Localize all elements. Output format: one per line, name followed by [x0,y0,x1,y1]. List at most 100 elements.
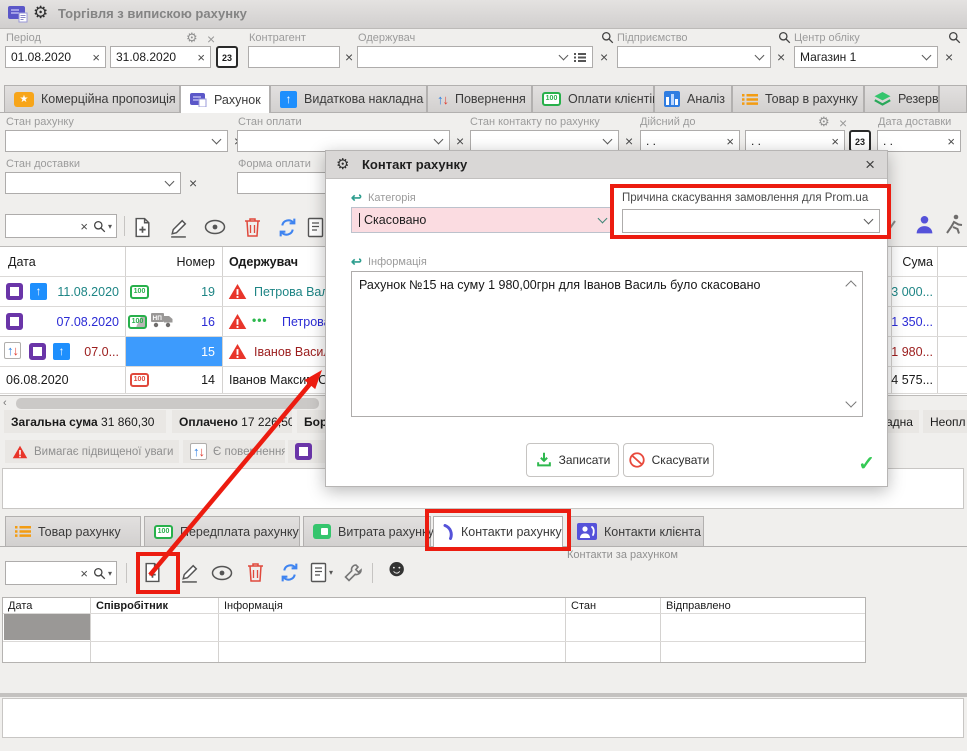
column-header[interactable]: Стан [571,600,596,612]
cancel-button[interactable]: Скасувати [623,443,714,477]
face-icon[interactable]: ☻ [384,557,409,581]
tab-oplaty-kliientiv[interactable]: 100 Оплати клієнтів [532,85,654,112]
chevron-down-icon[interactable] [922,51,932,61]
scroll-down-icon[interactable] [845,396,856,407]
centr-obliku-clear-icon[interactable]: × [945,50,953,64]
client-person-icon[interactable] [914,214,935,235]
tab-rakhunok[interactable]: Рахунок [180,85,270,113]
undo-arrow-icon[interactable]: ↩ [351,190,362,206]
category-combo[interactable]: Скасовано [351,207,614,233]
calendar-button[interactable]: 23 [849,130,871,152]
horizontal-scrollbar-thumb[interactable] [16,398,319,409]
info-textarea[interactable]: Рахунок №15 на суму 1 980,00грн для Іван… [351,271,863,417]
search-icon[interactable] [93,567,106,580]
chevron-down-icon[interactable] [434,135,444,145]
column-header[interactable]: Інформація [224,600,283,612]
search-icon[interactable] [93,220,106,233]
kontragent-input[interactable] [248,46,340,68]
undo-arrow-icon[interactable]: ↩ [351,254,362,270]
clear-icon[interactable]: × [721,135,739,148]
kontragent-clear-icon[interactable]: × [345,50,353,64]
tab-peredplata-rakhunku[interactable]: 100 Передплата рахунку [144,516,300,546]
stan-dostavky-combo[interactable] [5,172,181,194]
tab-tovar-rakhunku[interactable]: Товар рахунку [5,516,141,546]
stan-kontaktu-combo[interactable] [470,130,619,152]
column-header-date[interactable]: Дата [8,255,36,269]
stan-dostavky-clear-icon[interactable]: × [189,176,197,190]
search-options-caret-icon[interactable]: ▾ [108,222,112,231]
chevron-down-icon[interactable] [864,215,874,225]
period-gear-icon[interactable]: ⚙ [186,31,198,44]
search-icon[interactable] [778,31,791,44]
data-dostavky-field[interactable]: . .× [877,130,961,152]
tab-rezerv[interactable]: Резерв [864,85,939,112]
selected-empty-cell[interactable] [4,614,90,640]
column-header-number[interactable]: Номер [125,255,215,269]
period-to-field[interactable]: 31.08.2020× [110,46,211,68]
column-header[interactable]: Дата [8,600,32,612]
column-header[interactable]: Співробітник [96,600,168,612]
edit-button[interactable] [168,217,189,238]
column-header-recipient[interactable]: Одержувач [229,255,298,269]
tab-partial[interactable] [939,85,967,112]
period-clear-icon[interactable]: × [207,32,215,46]
column-header-suma[interactable]: Сума [891,255,933,269]
scroll-left-arrow[interactable]: ‹ [3,397,7,409]
diisnyi-do-from-field[interactable]: . .× [640,130,740,152]
oderzhuvach-combo[interactable] [357,46,593,68]
oderzhuvach-clear-icon[interactable]: × [600,50,608,64]
tab-kontakty-kliienta[interactable]: Контакти клієнта [567,516,704,546]
view-button[interactable] [204,219,226,235]
stan-oplaty-clear-icon[interactable]: × [456,134,464,148]
tab-analiz[interactable]: Аналіз [654,85,732,112]
delete-button[interactable] [246,562,265,583]
stan-kontaktu-clear-icon[interactable]: × [625,134,633,148]
centr-obliku-combo[interactable]: Магазин 1 [794,46,938,68]
search-input[interactable]: × ▾ [5,214,117,238]
column-header[interactable]: Відправлено [666,600,731,612]
search-options-caret-icon[interactable]: ▾ [108,569,112,578]
add-record-button[interactable] [132,217,153,238]
add-contact-button[interactable] [142,562,163,583]
tab-komertsiina-propozytsiia[interactable]: ★ Комерційна пропозиція [4,85,180,112]
tab-vytrata-rakhunku[interactable]: Витрата рахунку [303,516,431,546]
report-caret-icon[interactable]: ▾ [329,568,333,577]
dialog-gear-icon[interactable]: ⚙ [336,155,349,173]
clear-icon[interactable]: × [75,567,93,580]
scroll-up-icon[interactable] [845,280,856,291]
chevron-down-icon[interactable] [755,51,765,61]
chevron-down-icon[interactable] [559,51,569,61]
pidpryemstvo-combo[interactable] [617,46,771,68]
dialog-title-bar[interactable]: ⚙ Контакт рахунку × [326,151,887,179]
stan-oplaty-combo[interactable] [237,130,450,152]
reason-combo[interactable] [622,209,880,233]
tools-wrench-button[interactable] [343,563,363,583]
refresh-button[interactable] [277,217,298,238]
bottom-search-input[interactable]: × ▾ [5,561,117,585]
tab-vydatkova-nakladna[interactable]: ↑ Видаткова накладна [270,85,427,112]
tab-povernennia[interactable]: ↑↓ Повернення [427,85,532,112]
clear-icon[interactable]: × [942,135,960,148]
chevron-down-icon[interactable] [165,177,175,187]
refresh-button[interactable] [279,562,300,583]
period-from-field[interactable]: 01.08.2020× [5,46,106,68]
diisnyi-do-to-field[interactable]: . .× [745,130,845,152]
chevron-down-icon[interactable] [603,135,613,145]
chevron-down-icon[interactable] [598,214,608,224]
diisnyi-do-clear-icon[interactable]: × [839,116,847,130]
report-button[interactable]: ▾ [310,562,333,583]
save-button[interactable]: Записати [526,443,619,477]
diisnyi-do-gear-icon[interactable]: ⚙ [818,115,830,128]
chevron-down-icon[interactable] [212,135,222,145]
tab-kontakty-rakhunku[interactable]: Контакти рахунку [433,516,563,547]
clear-icon[interactable]: × [192,51,210,64]
list-select-icon[interactable] [574,52,586,62]
stan-rakhunku-combo[interactable] [5,130,228,152]
calendar-button[interactable]: 23 [216,46,238,68]
dialog-close-icon[interactable]: × [865,155,875,175]
search-icon[interactable] [601,31,614,44]
tab-tovar-v-rakhunku[interactable]: Товар в рахунку [732,85,864,112]
runner-icon[interactable] [944,214,964,235]
search-icon[interactable] [948,31,961,44]
clear-icon[interactable]: × [75,220,93,233]
